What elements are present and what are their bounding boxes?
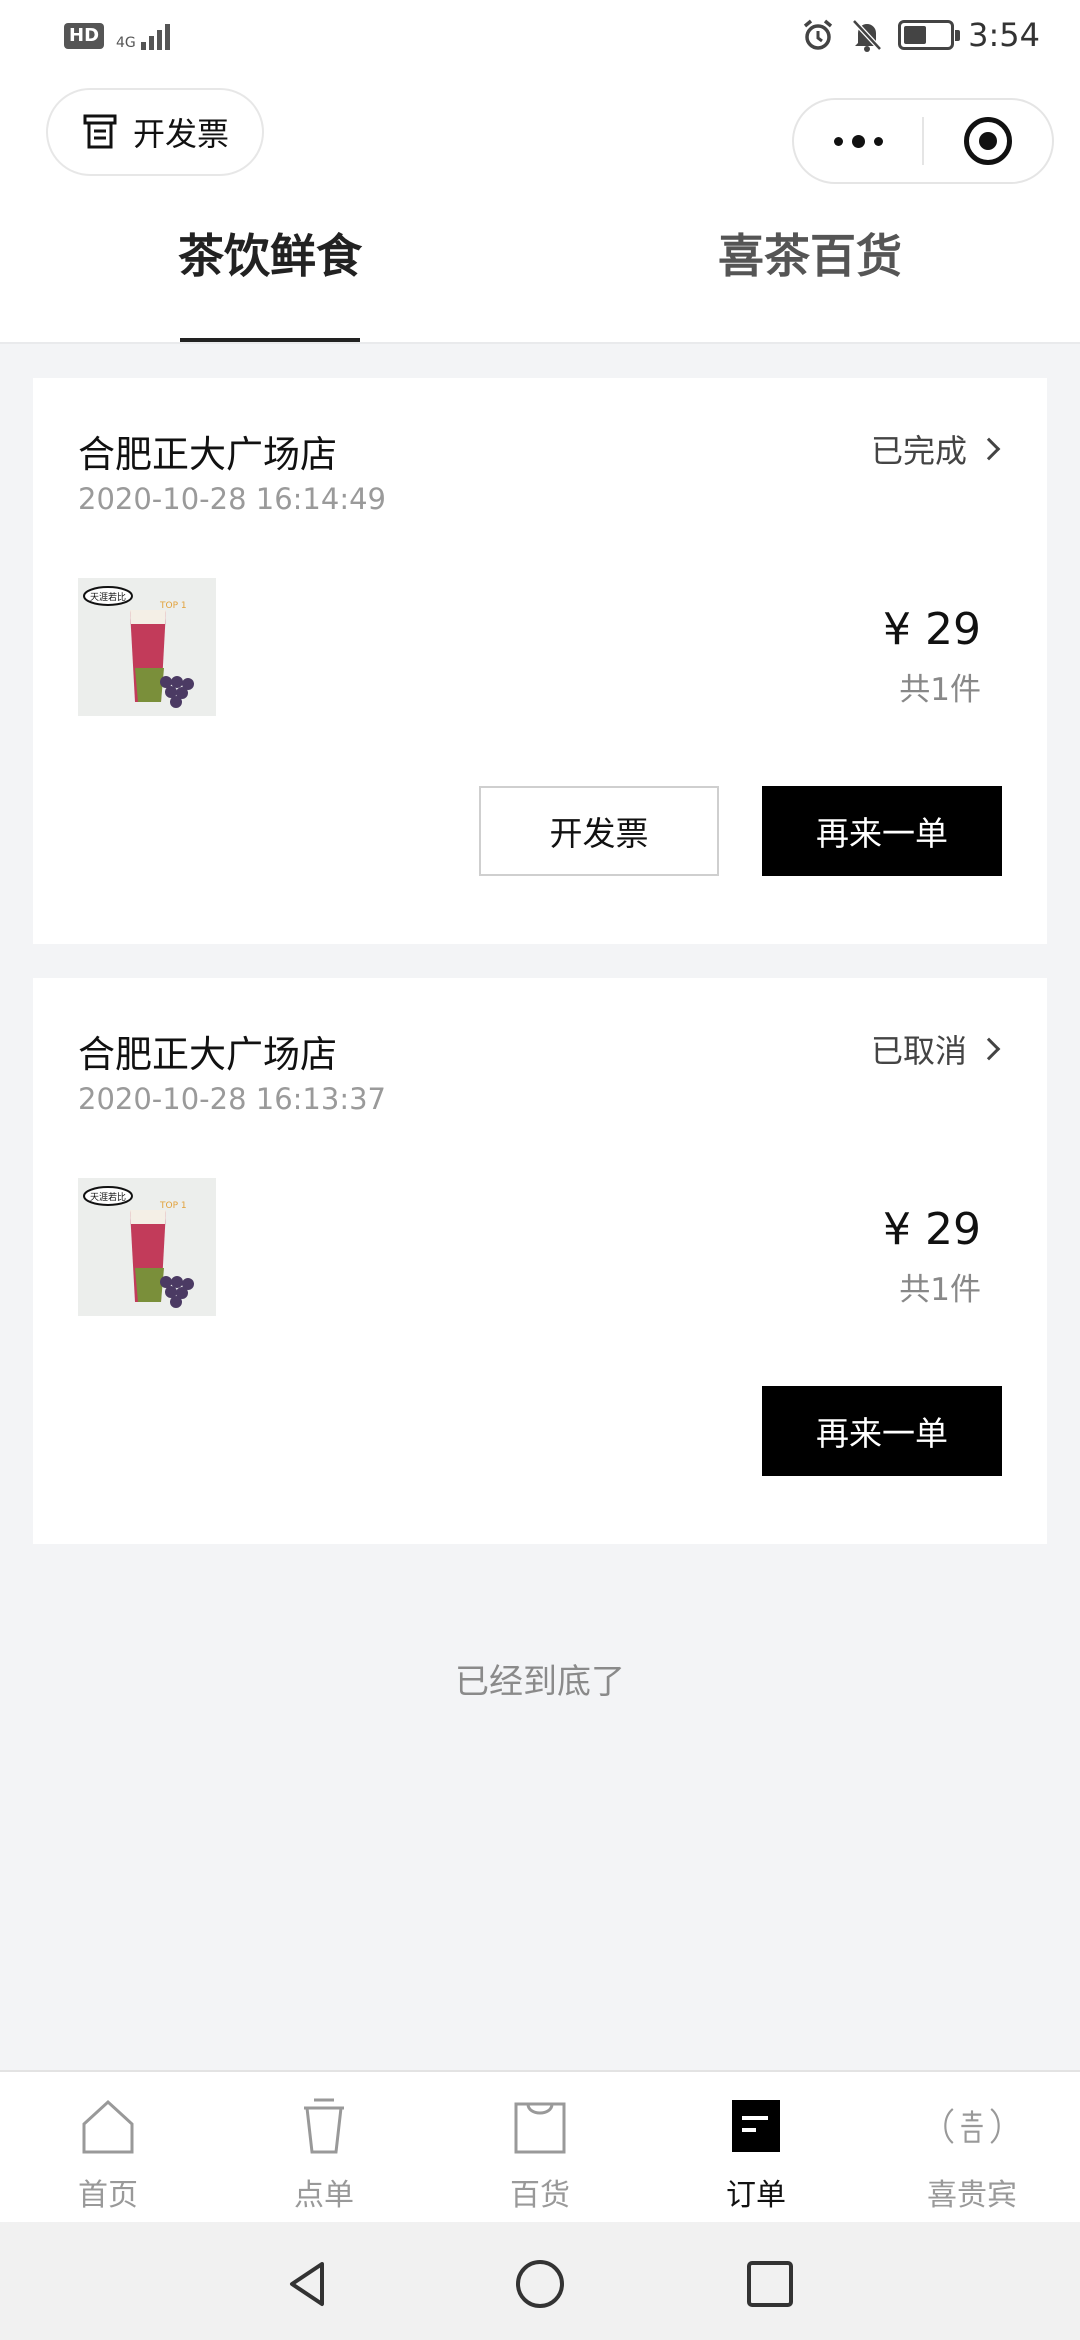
signal-icon: 4G [116, 22, 170, 50]
tab-heytea-goods[interactable]: 喜茶百货 [630, 226, 990, 286]
chevron-right-icon [977, 437, 1001, 461]
nav-label: 点单 [294, 2178, 354, 2213]
active-tab-indicator [180, 338, 360, 342]
home-icon [76, 2094, 140, 2158]
nav-order-menu[interactable]: 点单 [216, 2094, 432, 2214]
item-count: 共1件 [899, 1272, 981, 1308]
invoice-button[interactable]: 开发票 [479, 786, 719, 876]
target-icon [964, 117, 1012, 165]
bottom-nav: 首页 点单 百货 订单 喜贵宾 [0, 2070, 1080, 2222]
order-card[interactable]: 合肥正大广场店 2020-10-28 16:13:37 已取消 天涯若比 TOP… [33, 978, 1047, 1544]
mute-bell-icon [852, 19, 882, 52]
system-nav-bar [0, 2222, 1080, 2340]
home-circle-icon[interactable] [514, 2258, 566, 2310]
image-tag: TOP 1 [159, 1201, 187, 1211]
nav-orders[interactable]: 订单 [648, 2094, 864, 2214]
reorder-button[interactable]: 再来一单 [762, 786, 1002, 876]
product-thumbnail: 天涯若比 TOP 1 [78, 1178, 216, 1316]
close-miniprogram-button[interactable] [924, 100, 1052, 182]
status-right: 3:54 [800, 16, 1040, 54]
more-icon [833, 134, 883, 148]
nav-label: 百货 [510, 2178, 570, 2213]
hd-badge: HD [64, 23, 105, 49]
nav-goods[interactable]: 百货 [432, 2094, 648, 2214]
invoice-pill-button[interactable]: 开发票 [46, 88, 264, 176]
reorder-button[interactable]: 再来一单 [762, 1386, 1002, 1476]
network-type: 4G [116, 35, 136, 51]
order-status-link[interactable]: 已取消 [870, 1026, 1001, 1072]
alarm-icon [804, 19, 833, 50]
order-price: ¥ 29 [883, 1204, 981, 1255]
order-status-link[interactable]: 已完成 [870, 426, 1001, 472]
more-button[interactable] [794, 100, 922, 182]
store-name: 合肥正大广场店 [78, 1033, 337, 1076]
item-count: 共1件 [899, 672, 981, 708]
nav-vip[interactable]: 喜贵宾 [864, 2094, 1080, 2214]
header: 开发票 茶饮鲜食 喜茶百货 [0, 76, 1080, 344]
back-icon[interactable] [282, 2258, 334, 2310]
category-tabs: 茶饮鲜食 喜茶百货 [0, 226, 1080, 342]
image-badge: 天涯若比 [90, 1191, 126, 1203]
invoice-icon [83, 114, 117, 149]
nav-label: 喜贵宾 [927, 2178, 1017, 2213]
order-status: 已取消 [870, 1032, 967, 1070]
vip-icon [940, 2094, 1004, 2158]
order-status: 已完成 [870, 432, 967, 470]
miniprogram-capsule [792, 98, 1054, 184]
order-icon [724, 2094, 788, 2158]
end-of-list-text: 已经到底了 [455, 1662, 625, 1702]
status-left: HD 4G [64, 22, 170, 50]
order-datetime: 2020-10-28 16:13:37 [78, 1082, 386, 1116]
clock: 3:54 [968, 16, 1040, 54]
tab-tea-food[interactable]: 茶饮鲜食 [90, 226, 450, 286]
order-price: ¥ 29 [883, 604, 981, 655]
order-datetime: 2020-10-28 16:14:49 [78, 482, 386, 516]
battery-icon [898, 20, 961, 50]
status-bar: HD 4G 3:54 [0, 0, 1080, 76]
bag-icon [508, 2094, 572, 2158]
nav-label: 订单 [726, 2178, 786, 2213]
invoice-pill-label: 开发票 [132, 115, 229, 153]
recents-icon[interactable] [744, 2258, 796, 2310]
image-tag: TOP 1 [159, 601, 187, 611]
nav-home[interactable]: 首页 [0, 2094, 216, 2214]
image-badge: 天涯若比 [90, 591, 126, 603]
chevron-right-icon [977, 1037, 1001, 1061]
product-thumbnail: 天涯若比 TOP 1 [78, 578, 216, 716]
cup-icon [292, 2094, 356, 2158]
store-name: 合肥正大广场店 [78, 433, 337, 476]
order-card[interactable]: 合肥正大广场店 2020-10-28 16:14:49 已完成 天涯若比 TOP… [33, 378, 1047, 944]
nav-label: 首页 [78, 2178, 138, 2213]
